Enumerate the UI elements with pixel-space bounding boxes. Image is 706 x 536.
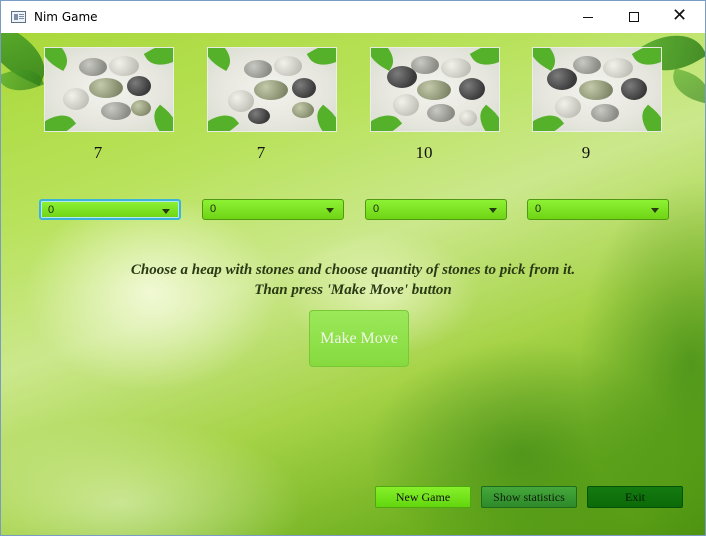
heap-1-selected-value: 0 — [48, 204, 55, 216]
heap-1-image — [44, 47, 174, 132]
heap-2-image — [207, 47, 337, 132]
heap-3-quantity-select[interactable]: 0 — [365, 199, 507, 220]
heap-2-selected-value: 0 — [210, 203, 217, 215]
heap-4-selected-value: 0 — [535, 203, 542, 215]
heap-4-count: 9 — [581, 143, 591, 162]
close-icon: ✕ — [672, 5, 688, 26]
heap-3-image — [370, 47, 500, 132]
dropdown-arrow-icon — [162, 209, 170, 214]
decorative-leaf — [668, 68, 705, 104]
window-title: Nim Game — [34, 10, 98, 24]
maximize-button[interactable] — [611, 1, 657, 33]
game-area: 7 7 10 9 0 0 0 0 Choose a heap with ston… — [1, 33, 705, 535]
app-window-icon — [11, 11, 26, 23]
instructions-line-2: Than press 'Make Move' button — [254, 282, 452, 298]
heap-4-image — [532, 47, 662, 132]
dropdown-arrow-icon — [326, 208, 334, 213]
heap-2-count: 7 — [256, 143, 266, 162]
title-bar[interactable]: Nim Game ✕ — [1, 1, 705, 33]
heap-2-quantity-select[interactable]: 0 — [202, 199, 344, 220]
nim-game-window: Nim Game ✕ 7 7 10 9 0 0 0 0 Choose a hea… — [0, 0, 706, 536]
heap-4-quantity-select[interactable]: 0 — [527, 199, 669, 220]
heap-3-selected-value: 0 — [373, 203, 380, 215]
new-game-button[interactable]: New Game — [375, 486, 471, 508]
minimize-icon — [583, 17, 593, 18]
maximize-icon — [629, 12, 639, 22]
show-statistics-button[interactable]: Show statistics — [481, 486, 577, 508]
heap-3-count: 10 — [415, 143, 433, 162]
make-move-button[interactable]: Make Move — [309, 310, 409, 367]
dropdown-arrow-icon — [489, 208, 497, 213]
dropdown-arrow-icon — [651, 208, 659, 213]
heap-1-quantity-select[interactable]: 0 — [39, 199, 181, 220]
instructions-line-1: Choose a heap with stones and choose qua… — [130, 262, 576, 278]
minimize-button[interactable] — [565, 1, 611, 33]
heap-1-count: 7 — [93, 143, 103, 162]
exit-button[interactable]: Exit — [587, 486, 683, 508]
close-button[interactable]: ✕ — [657, 1, 703, 33]
